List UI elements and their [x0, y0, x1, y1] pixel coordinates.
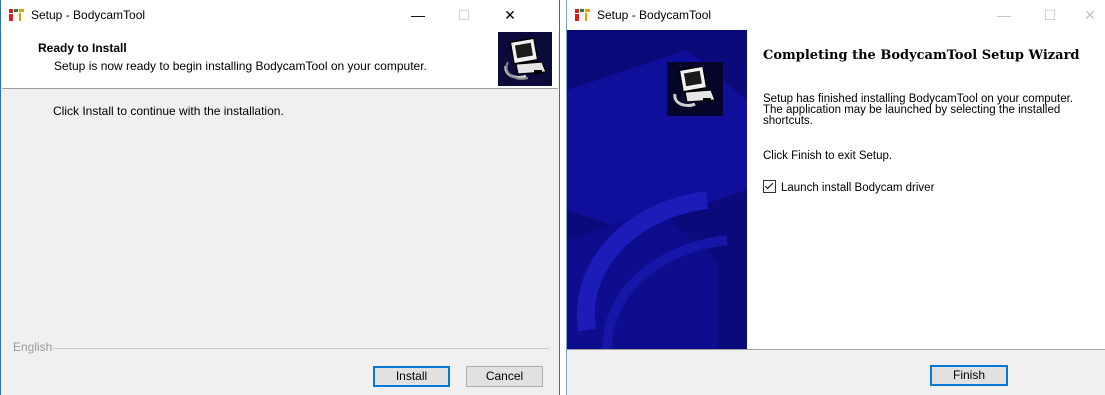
- install-button[interactable]: Install: [373, 366, 450, 387]
- cancel-button[interactable]: Cancel: [466, 366, 543, 387]
- close-button[interactable]: ✕: [1067, 0, 1105, 30]
- completion-line: shortcuts.: [763, 115, 813, 127]
- page-subtitle: Setup is now ready to begin installing B…: [54, 59, 427, 73]
- finish-window: Setup - BodycamTool — ☐ ✕ Completing the…: [566, 0, 1105, 395]
- page-title: Ready to Install: [38, 41, 127, 55]
- install-window: Setup - BodycamTool — ☐ ✕ Ready to Insta…: [0, 0, 560, 395]
- exit-instruction: Click Finish to exit Setup.: [763, 150, 893, 162]
- language-label: English: [13, 340, 53, 354]
- finish-window-titlebar[interactable]: Setup - BodycamTool — ☐ ✕: [567, 0, 1105, 30]
- install-window-titlebar[interactable]: Setup - BodycamTool — ☐ ✕: [1, 0, 559, 30]
- minimize-button[interactable]: —: [395, 0, 441, 30]
- launch-driver-label: Launch install Bodycam driver: [781, 182, 935, 194]
- footer-divider: [53, 348, 549, 349]
- setup-app-icon: [575, 9, 590, 21]
- computer-install-icon: [498, 32, 552, 86]
- launch-driver-checkbox[interactable]: [763, 180, 776, 193]
- maximize-button[interactable]: ☐: [441, 0, 487, 30]
- completion-line: The application may be launched by selec…: [763, 104, 1061, 116]
- finish-button[interactable]: Finish: [930, 365, 1008, 386]
- close-button[interactable]: ✕: [487, 0, 533, 30]
- side-panel-artwork: [567, 30, 747, 349]
- setup-app-icon: [9, 9, 24, 21]
- minimize-button[interactable]: —: [981, 0, 1027, 30]
- footer-divider: [567, 349, 1105, 350]
- launch-driver-checkbox-row[interactable]: Launch install Bodycam driver: [763, 180, 934, 194]
- completion-message: Setup has finished installing BodycamToo…: [763, 93, 1103, 127]
- window-title: Setup - BodycamTool: [31, 8, 146, 22]
- wizard-header: Ready to Install Setup is now ready to b…: [2, 30, 558, 89]
- window-title: Setup - BodycamTool: [597, 8, 712, 22]
- wizard-side-image: [567, 30, 747, 349]
- install-instruction: Click Install to continue with the insta…: [53, 104, 284, 118]
- wizard-heading: Completing the BodycamTool Setup Wizard: [763, 48, 1080, 63]
- wizard-content: Completing the BodycamTool Setup Wizard …: [747, 30, 1105, 349]
